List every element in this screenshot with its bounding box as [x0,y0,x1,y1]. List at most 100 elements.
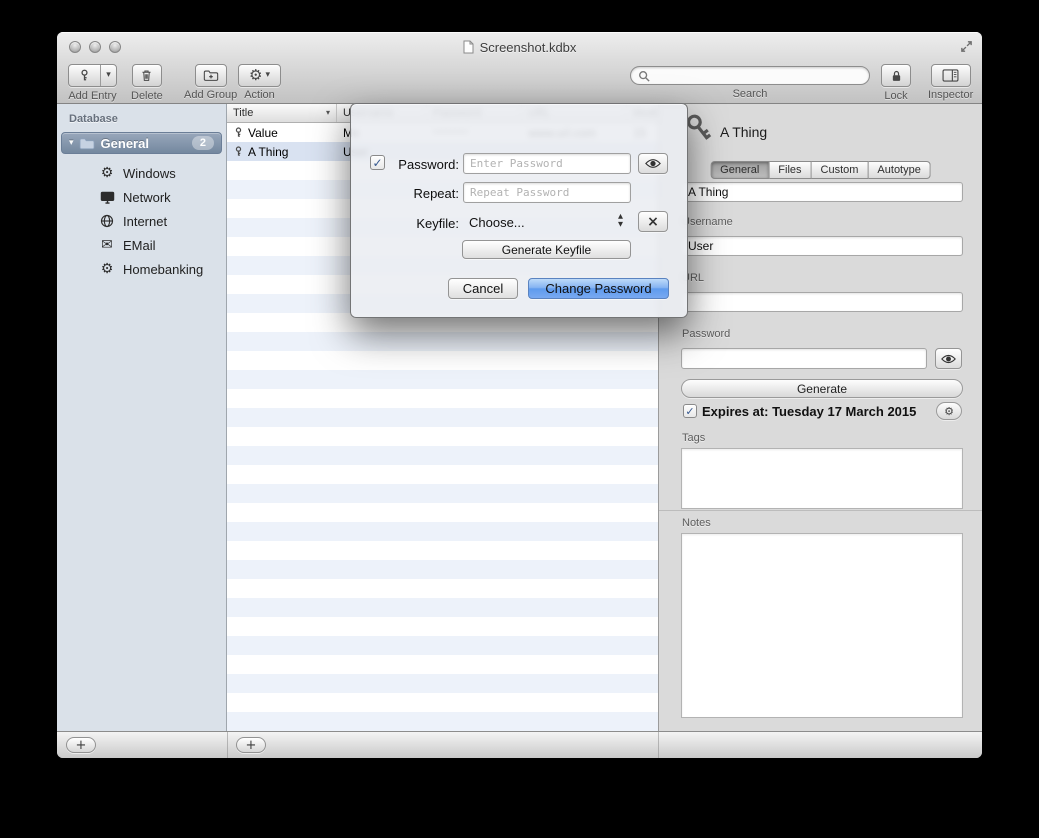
sidebar-item-label: Windows [123,166,176,181]
keyfile-popup-button[interactable]: Choose... [469,215,525,230]
add-group-label: Add Group [184,89,237,101]
entry-title: Value [248,126,278,140]
dialog-keyfile-label: Keyfile: [381,216,459,231]
generate-keyfile-button[interactable]: Generate Keyfile [462,240,631,259]
search-input[interactable] [654,69,862,83]
add-entry-button[interactable]: ▾ [68,64,117,87]
inspector-label: Inspector [928,89,973,101]
inspector-toggle-button[interactable] [931,64,971,87]
check-icon: ✓ [685,406,694,417]
gear-icon: ⚙ [249,68,262,83]
sidebar-item-label: Network [123,190,171,205]
lock-toolbar-item: Lock [881,64,911,102]
add-group-button[interactable] [195,64,227,87]
column-title-label: Title [233,107,253,119]
notes-label: Notes [682,517,711,529]
sidebar-group-label: General [101,136,149,151]
folder-icon [79,137,96,150]
sidebar-item-windows[interactable]: ⚙ Windows [57,161,226,185]
show-password-button[interactable] [638,153,668,174]
tab-custom[interactable]: Custom [812,161,869,179]
fullscreen-icon[interactable] [960,40,973,58]
bottom-bar: + + [57,731,982,758]
sidebar-item-email[interactable]: ✉ EMail [57,233,226,257]
username-field[interactable] [681,236,963,256]
expires-label: Expires at: Tuesday 17 March 2015 [702,404,916,419]
generate-password-button[interactable]: Generate [681,379,963,398]
sort-desc-icon: ▾ [326,109,330,117]
window-chrome: Screenshot.kdbx ▾ Add Entry D [57,32,982,104]
bottom-bar-separator [227,732,228,758]
add-group-plus-button[interactable]: + [66,737,96,753]
password-label: Password [682,328,730,340]
sidebar-item-label: EMail [123,238,156,253]
tab-general[interactable]: General [710,161,769,179]
add-entry-label: Add Entry [68,90,117,102]
sidebar-item-homebanking[interactable]: ⚙ Homebanking [57,257,226,281]
inspector-entry-title: A Thing [720,124,767,140]
tags-field[interactable] [681,448,963,509]
sidebar-item-internet[interactable]: Internet [57,209,226,233]
sidebar-group-general[interactable]: ▾ General 2 [61,132,222,154]
stepper-up-icon: ▲ [618,213,623,220]
delete-toolbar-item: Delete [131,64,163,102]
chevron-down-icon[interactable]: ▾ [100,65,116,86]
add-entry-plus-button[interactable]: + [236,737,266,753]
sidebar-item-label: Homebanking [123,262,203,277]
chevron-down-icon: ▾ [265,71,270,80]
eye-icon [941,354,956,364]
eye-icon [645,158,661,169]
url-field[interactable] [681,292,963,312]
tab-files[interactable]: Files [769,161,811,179]
username-label: Username [682,216,733,228]
inspector-panel: A Thing General Files Custom Autotype Us… [658,104,982,731]
key-plus-icon [69,65,100,86]
envelope-icon: ✉ [99,238,115,252]
sidebar: Database ▾ General 2 ⚙ Windows Network [57,104,227,731]
cancel-button[interactable]: Cancel [448,278,518,299]
app-window: Screenshot.kdbx ▾ Add Entry D [57,32,982,758]
sidebar-item-label: Internet [123,214,167,229]
notes-field[interactable] [681,533,963,718]
action-toolbar-item: ⚙ ▾ Action [238,64,281,101]
repeat-password-input[interactable] [463,182,631,203]
change-password-button[interactable]: Change Password [528,278,669,299]
delete-label: Delete [131,90,163,102]
plus-icon: + [76,739,87,752]
sidebar-item-network[interactable]: Network [57,185,226,209]
folder-plus-icon [203,69,219,82]
inspector-divider [659,510,982,511]
gear-icon: ⚙ [99,262,115,276]
search-icon [638,70,650,82]
password-field[interactable] [681,348,927,369]
disclosure-triangle-icon[interactable]: ▾ [69,139,74,148]
stepper-down-icon: ▼ [618,221,623,228]
sidebar-header: Database [57,104,226,130]
title-field[interactable] [681,182,963,202]
tab-autotype[interactable]: Autotype [868,161,930,179]
group-count-badge: 2 [192,136,214,150]
add-entry-toolbar-item: ▾ Add Entry [68,64,117,102]
entry-title: A Thing [248,145,288,159]
delete-button[interactable] [132,64,162,87]
lock-icon [890,69,903,83]
expires-settings-button[interactable]: ⚙ [936,402,962,420]
toolbar: ▾ Add Entry Delete Add Group ⚙ ▾ [57,62,982,104]
show-password-button[interactable] [935,348,962,369]
key-icon [233,145,244,158]
search-field[interactable] [630,66,870,85]
gear-icon: ⚙ [944,406,954,417]
lock-button[interactable] [881,64,911,87]
close-icon: × [647,215,659,229]
globe-icon [99,214,115,228]
action-button[interactable]: ⚙ ▾ [238,64,281,87]
expires-checkbox[interactable]: ✓ [683,404,697,418]
monitor-icon [99,191,115,204]
column-header-title[interactable]: Title ▾ [227,104,337,122]
trash-icon [140,68,153,83]
clear-keyfile-button[interactable]: × [638,211,668,232]
window-title: Screenshot.kdbx [480,40,577,55]
dialog-repeat-label: Repeat: [381,186,459,201]
stepper-arrows-icon[interactable]: ▲ ▼ [618,213,623,227]
password-input[interactable] [463,153,631,174]
